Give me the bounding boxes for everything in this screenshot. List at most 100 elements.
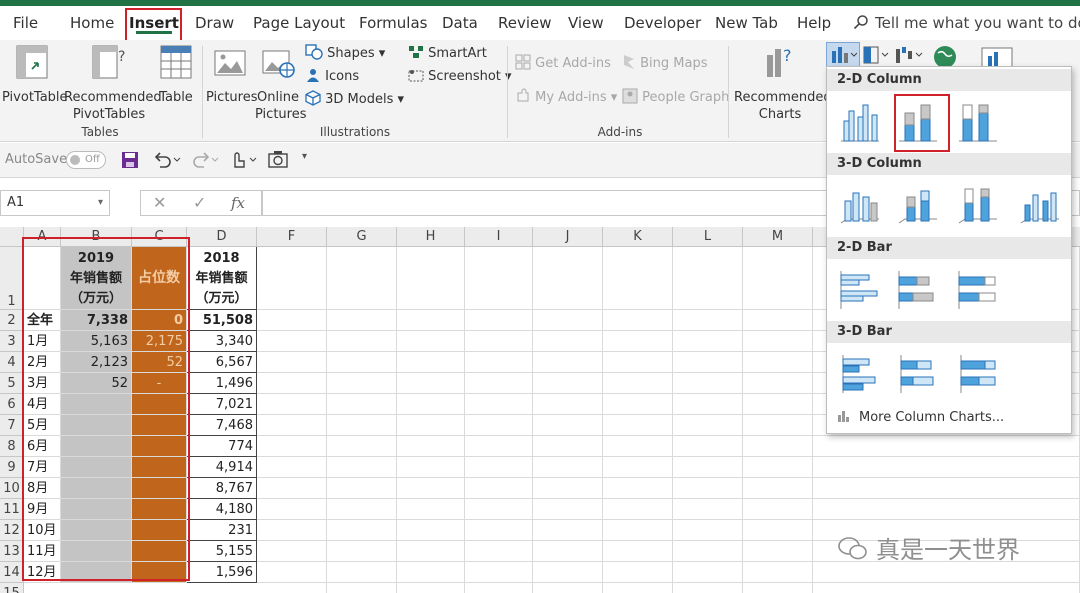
row-header[interactable]: 12 — [0, 520, 24, 541]
name-box[interactable]: A1 ▾ — [0, 190, 110, 216]
undo-button[interactable] — [152, 149, 182, 174]
tab-developer[interactable]: Developer — [624, 6, 701, 40]
empty-cell[interactable] — [673, 310, 743, 331]
bing-maps-button[interactable]: Bing Maps — [622, 54, 708, 74]
empty-cell[interactable] — [813, 478, 1080, 499]
empty-cell[interactable] — [603, 415, 673, 436]
empty-cell[interactable] — [813, 583, 1080, 593]
empty-cell[interactable] — [465, 352, 533, 373]
header-cell-2018[interactable]: 2018 年销售额 （万元） — [187, 247, 257, 310]
empty-cell[interactable] — [813, 562, 1080, 583]
empty-cell[interactable] — [673, 415, 743, 436]
empty-cell[interactable] — [603, 541, 673, 562]
icons-button[interactable]: Icons — [305, 67, 359, 87]
empty-cell[interactable] — [397, 373, 465, 394]
row-header[interactable]: 2 — [0, 310, 24, 331]
empty-cell[interactable] — [397, 457, 465, 478]
empty-cell[interactable] — [397, 562, 465, 583]
tab-draw[interactable]: Draw — [195, 6, 234, 40]
empty-cell[interactable] — [673, 394, 743, 415]
empty-cell[interactable] — [603, 562, 673, 583]
empty-cell[interactable] — [397, 394, 465, 415]
row-header[interactable]: 6 — [0, 394, 24, 415]
empty-cell[interactable] — [673, 436, 743, 457]
empty-cell[interactable] — [673, 520, 743, 541]
more-column-charts-link[interactable]: More Column Charts... — [837, 409, 1004, 425]
empty-cell[interactable] — [465, 247, 533, 310]
tab-formulas[interactable]: Formulas — [359, 6, 427, 40]
empty-cell[interactable] — [673, 583, 743, 593]
empty-cell[interactable] — [397, 415, 465, 436]
empty-cell[interactable] — [465, 394, 533, 415]
empty-cell[interactable] — [673, 352, 743, 373]
row-header[interactable]: 5 — [0, 373, 24, 394]
empty-cell[interactable] — [465, 583, 533, 593]
empty-cell[interactable] — [397, 520, 465, 541]
3d-100-stacked-column-option[interactable] — [955, 183, 1001, 229]
sales-2018-cell[interactable]: 6,567 — [187, 352, 257, 373]
empty-cell[interactable] — [813, 499, 1080, 520]
tab-home[interactable]: Home — [70, 6, 114, 40]
empty-cell[interactable] — [743, 478, 813, 499]
empty-cell[interactable] — [257, 562, 327, 583]
clustered-bar-option[interactable] — [837, 267, 883, 313]
empty-cell[interactable] — [327, 247, 397, 310]
empty-cell[interactable] — [813, 457, 1080, 478]
empty-cell[interactable] — [673, 499, 743, 520]
sales-2018-cell[interactable]: 7,021 — [187, 394, 257, 415]
row-header[interactable]: 13 — [0, 541, 24, 562]
empty-cell[interactable] — [533, 352, 603, 373]
empty-cell[interactable] — [397, 331, 465, 352]
sales-2018-cell[interactable]: 8,767 — [187, 478, 257, 499]
redo-button[interactable] — [190, 149, 220, 173]
empty-cell[interactable] — [465, 562, 533, 583]
my-addins-button[interactable]: My Add-ins ▾ — [515, 88, 617, 108]
sales-2018-cell[interactable]: 774 — [187, 436, 257, 457]
empty-cell[interactable] — [257, 331, 327, 352]
empty-cell[interactable] — [533, 394, 603, 415]
empty-cell[interactable] — [603, 499, 673, 520]
empty-cell[interactable] — [533, 247, 603, 310]
3d-stacked-column-option[interactable] — [895, 183, 941, 229]
empty-cell[interactable] — [743, 562, 813, 583]
insert-function-icon[interactable]: fx — [231, 194, 245, 212]
empty-cell[interactable] — [397, 583, 465, 593]
empty-cell[interactable] — [603, 583, 673, 593]
empty-cell[interactable] — [257, 541, 327, 562]
empty-cell[interactable] — [743, 394, 813, 415]
3d-clustered-bar-option[interactable] — [837, 351, 883, 397]
empty-cell[interactable] — [397, 247, 465, 310]
empty-cell[interactable] — [533, 373, 603, 394]
cancel-icon[interactable]: ✕ — [153, 193, 166, 212]
empty-cell[interactable] — [327, 310, 397, 331]
enter-icon[interactable]: ✓ — [193, 193, 206, 212]
3d-clustered-column-option[interactable] — [837, 183, 883, 229]
people-graph-button[interactable]: People Graph — [622, 88, 729, 108]
3d-column-option[interactable] — [1017, 183, 1063, 229]
empty-cell[interactable] — [603, 247, 673, 310]
empty-cell[interactable] — [743, 520, 813, 541]
get-addins-button[interactable]: Get Add-ins — [515, 54, 611, 74]
save-button[interactable] — [121, 151, 139, 173]
empty-cell[interactable] — [603, 520, 673, 541]
empty-cell[interactable] — [673, 331, 743, 352]
row-header[interactable]: 9 — [0, 457, 24, 478]
row-header[interactable]: 10 — [0, 478, 24, 499]
empty-cell[interactable] — [533, 415, 603, 436]
sales-2018-cell[interactable]: 51,508 — [187, 310, 257, 331]
empty-cell[interactable] — [327, 478, 397, 499]
empty-cell[interactable] — [673, 478, 743, 499]
shapes-button[interactable]: Shapes ▾ — [305, 44, 385, 64]
sales-2018-cell[interactable]: 1,496 — [187, 373, 257, 394]
empty-cell[interactable] — [533, 583, 603, 593]
empty-cell[interactable] — [257, 499, 327, 520]
empty-cell[interactable] — [327, 457, 397, 478]
empty-cell[interactable] — [465, 457, 533, 478]
row-header[interactable]: 1 — [0, 247, 24, 310]
empty-cell[interactable] — [257, 247, 327, 310]
tab-view[interactable]: View — [568, 6, 604, 40]
col-header-f[interactable]: F — [257, 227, 327, 247]
empty-cell[interactable] — [327, 499, 397, 520]
empty-cell[interactable] — [533, 478, 603, 499]
empty-cell[interactable] — [603, 331, 673, 352]
